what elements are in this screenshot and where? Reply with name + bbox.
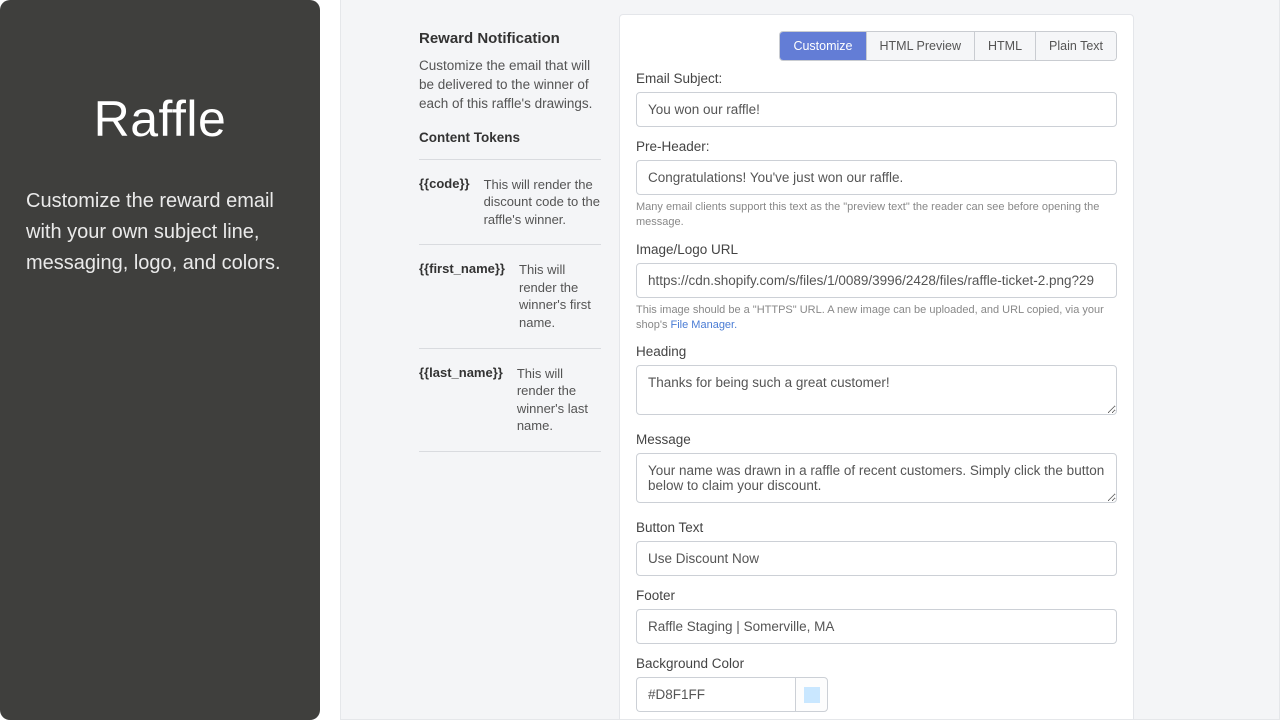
tab-customize[interactable]: Customize — [780, 32, 865, 60]
tab-html[interactable]: HTML — [974, 32, 1035, 60]
preheader-label: Pre-Header: — [636, 139, 1117, 154]
footer-label: Footer — [636, 588, 1117, 603]
info-column: Reward Notification Customize the email … — [361, 0, 601, 452]
sidebar-description: Customize the reward email with your own… — [26, 186, 294, 279]
tab-html-preview[interactable]: HTML Preview — [866, 32, 975, 60]
sidebar-title: Raffle — [26, 90, 294, 148]
token-text: This will render the winner's last name. — [517, 365, 601, 435]
file-manager-link[interactable]: File Manager. — [671, 319, 738, 331]
bg-color-label: Background Color — [636, 656, 1117, 671]
bg-color-swatch-button[interactable] — [795, 677, 828, 712]
token-key: {{code}} — [419, 176, 470, 229]
heading-label: Heading — [636, 344, 1117, 359]
bg-color-input[interactable] — [636, 677, 795, 712]
main-panel: Reward Notification Customize the email … — [340, 0, 1280, 720]
token-text: This will render the winner's first name… — [519, 261, 601, 331]
image-url-input[interactable] — [636, 263, 1117, 298]
token-key: {{last_name}} — [419, 365, 503, 435]
preheader-input[interactable] — [636, 160, 1117, 195]
sidebar: Raffle Customize the reward email with y… — [0, 0, 320, 720]
footer-input[interactable] — [636, 609, 1117, 644]
bg-color-swatch — [804, 687, 820, 703]
section-description: Customize the email that will be deliver… — [419, 57, 601, 114]
token-row: {{first_name}} This will render the winn… — [419, 245, 601, 348]
preheader-helper: Many email clients support this text as … — [636, 200, 1117, 230]
token-row: {{last_name}} This will render the winne… — [419, 349, 601, 452]
token-text: This will render the discount code to th… — [484, 176, 601, 229]
button-text-label: Button Text — [636, 520, 1117, 535]
tokens-heading: Content Tokens — [419, 130, 601, 160]
tab-bar: Customize HTML Preview HTML Plain Text — [636, 31, 1117, 61]
image-url-helper: This image should be a "HTTPS" URL. A ne… — [636, 303, 1117, 333]
section-title: Reward Notification — [419, 30, 601, 47]
image-url-label: Image/Logo URL — [636, 242, 1117, 257]
token-row: {{code}} This will render the discount c… — [419, 160, 601, 246]
email-subject-input[interactable] — [636, 92, 1117, 127]
message-label: Message — [636, 432, 1117, 447]
button-text-input[interactable] — [636, 541, 1117, 576]
email-subject-label: Email Subject: — [636, 71, 1117, 86]
heading-textarea[interactable] — [636, 365, 1117, 415]
tab-plain-text[interactable]: Plain Text — [1035, 32, 1116, 60]
message-textarea[interactable] — [636, 453, 1117, 503]
form-card: Customize HTML Preview HTML Plain Text E… — [619, 14, 1134, 720]
token-key: {{first_name}} — [419, 261, 505, 331]
